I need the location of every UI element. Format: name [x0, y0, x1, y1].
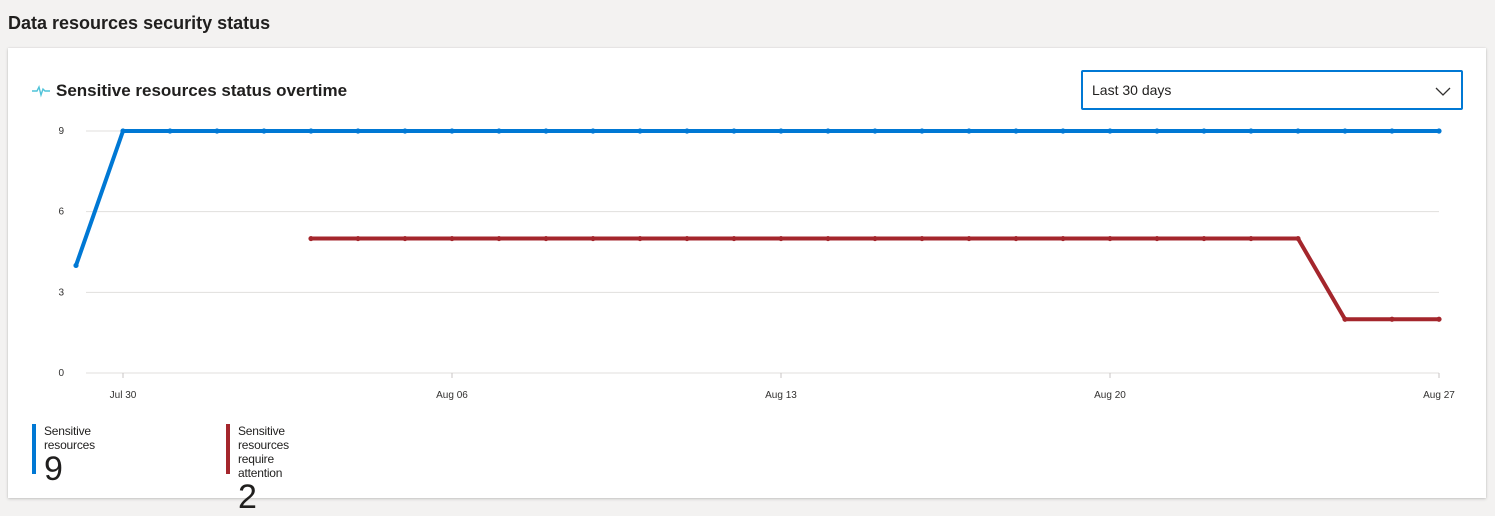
series-point-1	[1013, 128, 1019, 134]
series-point-2	[355, 235, 361, 242]
legend-item-sensitive-resources: Sensitive resources 9	[32, 424, 95, 486]
series-point-2	[1389, 316, 1395, 322]
series-point-1	[1107, 128, 1113, 134]
series-point-2	[1107, 235, 1113, 242]
series-point-1	[1436, 128, 1442, 134]
series-point-1	[1389, 128, 1395, 134]
series-point-1	[1201, 128, 1207, 134]
section-title: Data resources security status	[8, 13, 271, 33]
series-point-2	[496, 235, 502, 242]
time-range-dropdown[interactable]: Last 30 days	[1081, 70, 1463, 110]
series-point-1	[1060, 128, 1066, 134]
series-point-1	[637, 128, 643, 134]
legend-label: Sensitive resources require attention	[238, 424, 289, 480]
series-point-1	[449, 128, 455, 134]
series-point-2	[684, 235, 690, 242]
y-tick-label: 0	[58, 368, 64, 379]
series-point-2	[1248, 235, 1254, 242]
series-point-1	[73, 262, 79, 269]
series-point-1	[355, 128, 361, 134]
series-point-1	[120, 128, 126, 134]
series-line-1	[74, 129, 1439, 267]
series-point-2	[1342, 316, 1348, 322]
series-point-2	[1295, 235, 1301, 242]
series-point-1	[1248, 128, 1254, 134]
card-header: Sensitive resources status overtime	[32, 80, 347, 102]
series-point-2	[1201, 235, 1207, 242]
x-tick-label: Aug 06	[436, 390, 468, 401]
legend-value: 9	[44, 450, 63, 488]
series-point-2	[1154, 235, 1160, 242]
series-point-2	[731, 235, 737, 242]
series-point-1	[402, 128, 408, 134]
series-point-2	[402, 235, 408, 242]
series-point-1	[919, 128, 925, 134]
series-point-2	[449, 235, 455, 242]
series-point-2	[308, 235, 314, 242]
series-point-2	[872, 235, 878, 242]
y-tick-label: 6	[58, 207, 64, 218]
series-point-2	[1436, 316, 1442, 322]
series-point-1	[731, 128, 737, 134]
series-point-1	[308, 128, 314, 134]
y-tick-label: 3	[58, 287, 64, 298]
pulse-line-icon	[32, 84, 50, 98]
card-title: Sensitive resources status overtime	[56, 81, 348, 100]
series-point-2	[543, 235, 549, 242]
chevron-down-icon	[1435, 84, 1451, 96]
series-point-1	[1342, 128, 1348, 134]
series-point-1	[214, 128, 220, 134]
series-point-1	[590, 128, 596, 134]
series-point-1	[872, 128, 878, 134]
x-tick-label: Jul 30	[110, 390, 137, 401]
series-point-1	[966, 128, 972, 134]
series-point-2	[590, 235, 596, 242]
x-tick-label: Aug 13	[765, 390, 797, 401]
legend-value: 2	[238, 478, 257, 516]
series-point-1	[543, 128, 549, 134]
y-tick-label: 9	[58, 126, 64, 137]
series-point-1	[778, 128, 784, 134]
series-point-2	[637, 235, 643, 242]
series-point-1	[1154, 128, 1160, 134]
series-point-2	[919, 235, 925, 242]
series-point-2	[966, 235, 972, 242]
dropdown-selected-value: Last 30 days	[1092, 82, 1172, 98]
x-tick-label: Aug 20	[1094, 390, 1126, 401]
legend-label: Sensitive resources	[44, 424, 95, 452]
series-point-1	[684, 128, 690, 134]
legend-item-require-attention: Sensitive resources require attention 2	[226, 424, 289, 514]
series-point-1	[167, 128, 173, 134]
series-point-1	[825, 128, 831, 134]
series-point-2	[1013, 235, 1019, 242]
series-point-1	[261, 128, 267, 134]
chart-card: 0 3 6 9 Jul 30 Aug 06 Aug 13 Aug 20 Aug 27 Sensi…	[8, 48, 1486, 514]
series-line-2	[311, 236, 1439, 322]
series-point-1	[496, 128, 502, 134]
series-point-1	[1295, 128, 1301, 134]
series-point-2	[778, 235, 784, 242]
series-point-2	[825, 235, 831, 242]
x-tick-label: Aug 27	[1423, 390, 1455, 401]
series-point-2	[1060, 235, 1066, 242]
